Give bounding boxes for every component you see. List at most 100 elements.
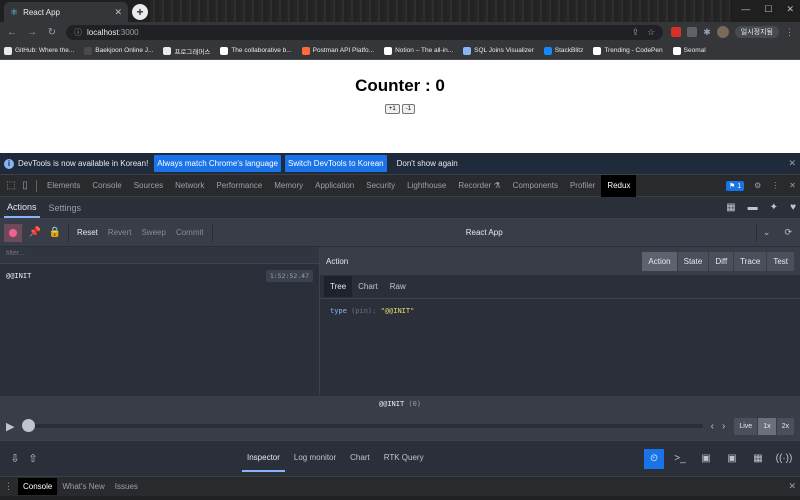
devtools-tab-lighthouse[interactable]: Lighthouse — [401, 175, 452, 197]
next-action-icon[interactable]: › — [722, 421, 725, 432]
profile-status[interactable]: 일시정지됨 — [734, 26, 779, 38]
bookmark-item[interactable]: The collaborative b... — [220, 46, 292, 55]
lock-icon[interactable]: 🔒 — [48, 227, 62, 238]
mode-tab-state[interactable]: State — [676, 251, 709, 271]
mode-tab-diff[interactable]: Diff — [708, 251, 734, 271]
mode-tab-action[interactable]: Action — [641, 251, 677, 271]
mode-tab-trace[interactable]: Trace — [733, 251, 767, 271]
window-icon[interactable]: ▣ — [696, 449, 716, 469]
mode-tab-test[interactable]: Test — [766, 251, 794, 271]
infobar-close-icon[interactable]: ✕ — [788, 158, 796, 169]
inspect-element-icon[interactable]: ⬚ — [4, 180, 18, 191]
view-tab-chart[interactable]: Chart — [352, 276, 384, 297]
extension-icon[interactable] — [687, 27, 698, 37]
devtools-tab-redux[interactable]: Redux — [601, 174, 637, 197]
puzzle-icon[interactable]: ✱ — [703, 27, 711, 38]
view-tab-raw[interactable]: Raw — [384, 276, 412, 297]
chevron-down-icon[interactable]: ⌄ — [763, 227, 771, 238]
avatar[interactable] — [716, 26, 729, 38]
twitter-icon[interactable]: ✦ — [770, 202, 778, 213]
more-options-icon[interactable]: ⋮ — [771, 181, 779, 190]
monitor-tab-log-monitor[interactable]: Log monitor — [289, 445, 341, 472]
timeline-slider[interactable] — [22, 419, 703, 432]
layout-icon[interactable]: ▦ — [726, 202, 735, 213]
devtools-tab-sources[interactable]: Sources — [128, 175, 169, 197]
action-list-item[interactable]: @@INIT 1:52:52.47 — [0, 267, 319, 285]
monitor-tab-chart[interactable]: Chart — [345, 445, 375, 472]
instance-select[interactable]: React App — [219, 228, 750, 237]
reset-button[interactable]: Reset — [75, 228, 100, 237]
back-icon[interactable]: ← — [6, 27, 18, 38]
settings-gear-icon[interactable]: ⚙ — [754, 181, 761, 190]
match-language-button[interactable]: Always match Chrome's language — [154, 155, 281, 172]
bookmark-item[interactable]: Seomal — [672, 46, 706, 55]
panel-icon[interactable]: ▣ — [722, 449, 742, 469]
devtools-tab-elements[interactable]: Elements — [41, 175, 86, 197]
share-icon[interactable]: ⇪ — [632, 27, 640, 38]
issues-badge[interactable]: ⚑ 1 — [725, 180, 745, 191]
new-tab-button[interactable]: + — [132, 4, 148, 20]
bookmark-item[interactable]: SQL Joins Visualizer — [463, 46, 534, 55]
url-bar[interactable]: ⓘ localhost:3000 ⇪ ☆ — [66, 24, 664, 40]
device-toolbar-icon[interactable]: ▯ — [18, 180, 32, 191]
remote-icon[interactable]: ((·)) — [774, 449, 794, 469]
monitor-tab-rtk-query[interactable]: RTK Query — [379, 445, 429, 472]
devtools-tab-network[interactable]: Network — [169, 175, 210, 197]
bookmark-item[interactable]: Baekjoon Online J... — [84, 46, 153, 55]
pin-icon[interactable]: 📌 — [28, 227, 42, 238]
devtools-tab-security[interactable]: Security — [360, 175, 401, 197]
minimize-icon[interactable]: — — [741, 4, 750, 15]
play-icon[interactable]: ▶ — [6, 420, 14, 433]
devtools-tab-console[interactable]: Console — [86, 175, 127, 197]
bookmark-star-icon[interactable]: ☆ — [647, 27, 655, 38]
grid-icon[interactable]: ▦ — [748, 449, 768, 469]
maximize-icon[interactable]: ☐ — [764, 4, 772, 15]
slider-handle[interactable] — [22, 419, 36, 432]
reload-icon[interactable]: ↻ — [46, 27, 58, 38]
speed-1x[interactable]: 1x — [757, 417, 776, 435]
bookmark-item[interactable]: StackBlitz — [543, 46, 583, 55]
forward-icon[interactable]: → — [26, 27, 38, 38]
devtools-tab-performance[interactable]: Performance — [210, 175, 268, 197]
previous-action-icon[interactable]: ‹ — [711, 421, 714, 432]
drawer-tab-what-s-new[interactable]: What's New — [57, 478, 109, 495]
decrement-button[interactable]: -1 — [401, 104, 416, 114]
speed-2x[interactable]: 2x — [775, 417, 794, 435]
window-close-icon[interactable]: ✕ — [786, 4, 794, 15]
switch-korean-button[interactable]: Switch DevTools to Korean — [285, 155, 387, 172]
drawer-tab-issues[interactable]: Issues — [110, 478, 143, 495]
revert-button[interactable]: Revert — [106, 228, 134, 237]
devtools-tab-profiler[interactable]: Profiler — [564, 175, 601, 197]
sweep-button[interactable]: Sweep — [139, 228, 167, 237]
drawer-close-icon[interactable]: ✕ — [788, 481, 796, 492]
extension-icon[interactable] — [671, 27, 682, 37]
bookmark-item[interactable]: GitHub: Where the... — [4, 46, 74, 55]
subtab-settings[interactable]: Settings — [46, 199, 85, 217]
bookmark-item[interactable]: Trending - CodePen — [593, 46, 663, 55]
subtab-actions[interactable]: Actions — [4, 198, 40, 218]
devtools-close-icon[interactable]: ✕ — [789, 181, 796, 190]
export-icon[interactable]: ⇩ — [6, 452, 24, 465]
increment-button[interactable]: +1 — [384, 104, 400, 114]
drawer-tab-console[interactable]: Console — [18, 478, 58, 495]
tree-key[interactable]: type — [330, 307, 347, 315]
browser-tab[interactable]: ⚛ React App ✕ — [4, 2, 128, 22]
heart-icon[interactable]: ♥ — [790, 202, 796, 213]
import-icon[interactable]: ⇧ — [24, 452, 42, 465]
terminal-icon[interactable]: >_ — [670, 449, 690, 469]
view-tab-tree[interactable]: Tree — [324, 276, 353, 297]
record-button[interactable] — [4, 223, 22, 242]
devtools-tab-recorder[interactable]: Recorder ⚗ — [452, 175, 506, 197]
devtools-tab-components[interactable]: Components — [507, 175, 564, 197]
monitor-tab-inspector[interactable]: Inspector — [242, 445, 285, 472]
sync-icon[interactable]: ⟳ — [784, 227, 792, 238]
tab-close-icon[interactable]: ✕ — [114, 7, 122, 18]
bookmark-item[interactable]: Notion – The all-in... — [384, 46, 453, 55]
persist-icon[interactable]: ⏲ — [644, 448, 664, 469]
dont-show-again-button[interactable]: Don't show again — [391, 159, 464, 168]
devtools-tab-application[interactable]: Application — [309, 175, 360, 197]
bookmark-item[interactable]: 프로그래머스 — [163, 46, 210, 56]
bookmark-item[interactable]: Postman API Platfo... — [301, 46, 374, 55]
drawer-menu-icon[interactable]: ⋮ — [4, 481, 14, 492]
commit-button[interactable]: Commit — [174, 228, 206, 237]
